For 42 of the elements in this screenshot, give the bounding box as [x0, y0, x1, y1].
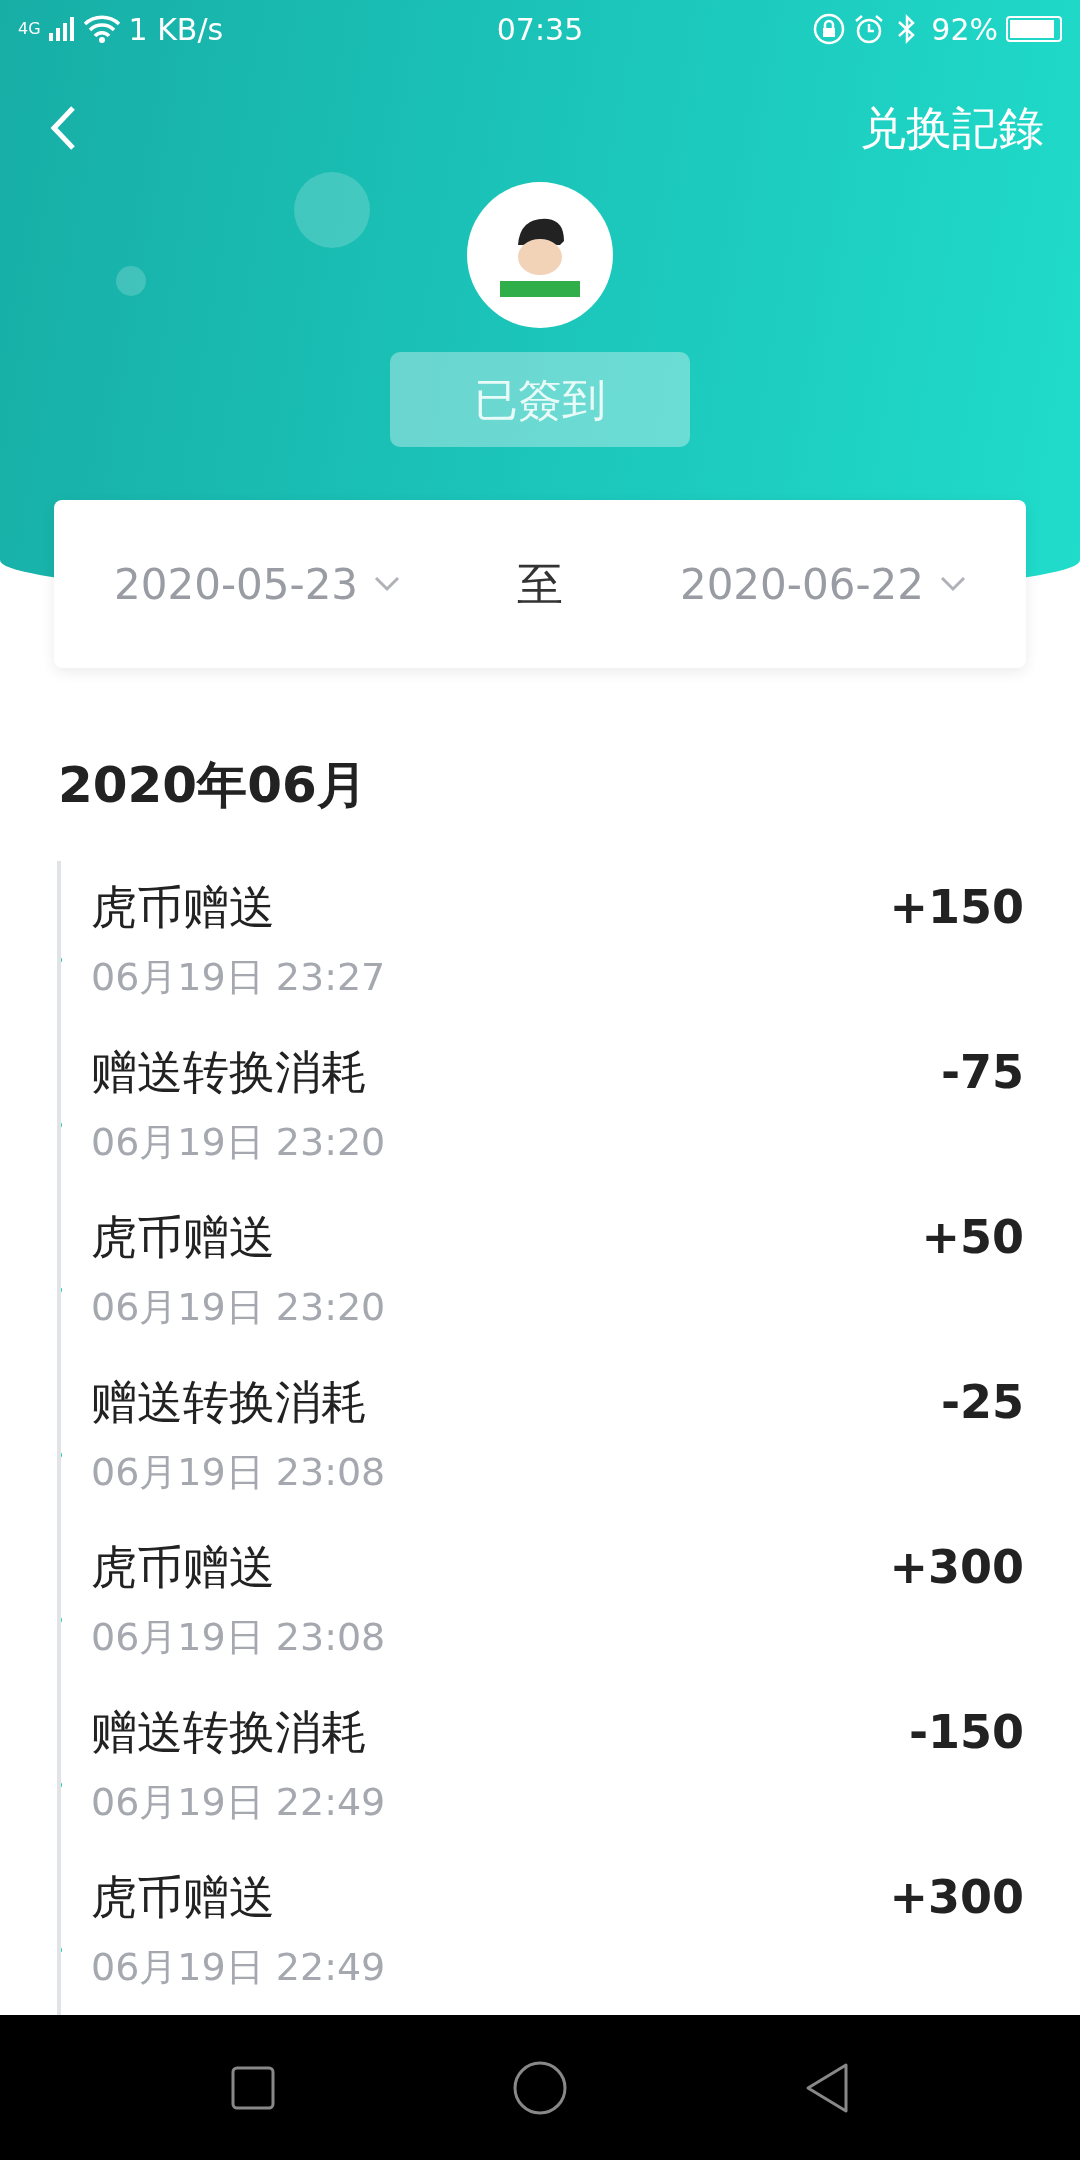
record-title: 虎币赠送 — [91, 1208, 275, 1266]
record-title: 赠送转换消耗 — [91, 1043, 367, 1101]
range-separator: 至 — [517, 555, 563, 613]
checked-in-button[interactable]: 已簽到 — [390, 352, 690, 447]
record-amount: +150 — [889, 878, 1024, 936]
wifi-icon — [82, 15, 121, 43]
back-nav-icon[interactable] — [804, 2061, 850, 2114]
record-title: 赠送转换消耗 — [91, 1703, 367, 1761]
record-title: 虎币赠送 — [91, 1538, 275, 1596]
record-time: 06月19日 23:20 — [91, 1285, 386, 1329]
lock-icon — [813, 13, 846, 45]
network-speed: 1 KB/s — [128, 10, 224, 49]
month-heading: 2020年06月 — [58, 755, 368, 816]
record-time: 06月19日 22:49 — [91, 1780, 386, 1824]
date-picker[interactable]: 2020-05-23 — [114, 552, 359, 616]
record-title: 虎币赠送 — [91, 1868, 275, 1926]
record-time: 06月19日 23:08 — [91, 1450, 386, 1494]
record-amount: -25 — [940, 1373, 1024, 1431]
network-type: 4G — [18, 18, 41, 40]
date-picker[interactable]: 2020-06-22 — [679, 552, 924, 616]
signal-icon — [48, 17, 75, 41]
record-amount: +50 — [921, 1208, 1024, 1266]
record-amount: -75 — [940, 1043, 1024, 1101]
record-title: 赠送转换消耗 — [91, 1373, 367, 1431]
battery-percent: 92% — [931, 10, 998, 49]
record-time: 06月19日 23:20 — [91, 1120, 386, 1164]
record-time: 06月19日 23:08 — [91, 1615, 386, 1659]
clock: 07:35 — [496, 10, 584, 49]
recents-icon[interactable] — [230, 2064, 276, 2111]
chevron-down-icon — [940, 576, 966, 592]
bubble-decoration — [116, 266, 146, 296]
record-title: 虎币赠送 — [91, 878, 275, 936]
record-time: 06月19日 22:49 — [91, 1945, 386, 1989]
record-amount: +300 — [889, 1538, 1024, 1596]
record-time: 06月19日 23:27 — [91, 955, 386, 999]
battery-icon — [1006, 16, 1062, 42]
record-amount: +300 — [889, 1868, 1024, 1926]
chevron-down-icon — [374, 576, 401, 592]
record-amount: -150 — [908, 1703, 1024, 1761]
home-icon[interactable] — [512, 2059, 568, 2116]
exchange-records-link[interactable]: 兑换記錄 — [860, 93, 1044, 163]
back-icon[interactable] — [50, 105, 76, 151]
